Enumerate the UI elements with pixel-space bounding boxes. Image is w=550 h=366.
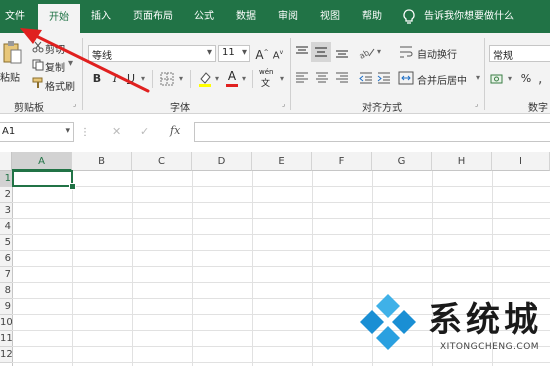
watermark-logo [356,290,420,354]
watermark-text: 系统城 [428,300,542,340]
watermark-url: XITONGCHENG.COM [440,342,540,352]
